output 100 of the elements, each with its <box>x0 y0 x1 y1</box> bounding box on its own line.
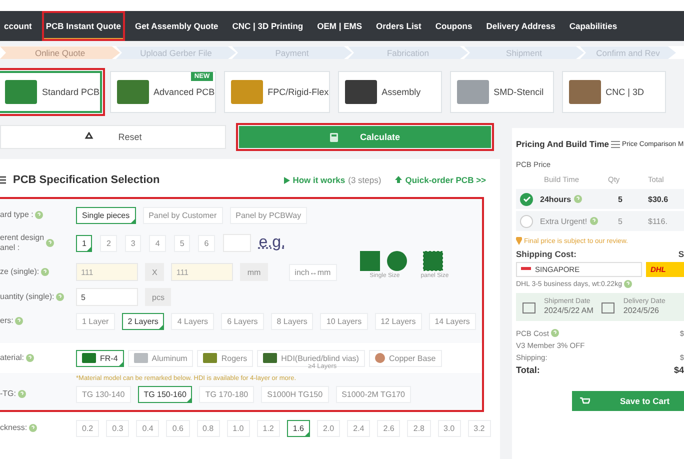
quick-order-link[interactable]: Quick-order PCB >> <box>395 175 486 185</box>
option-button[interactable]: 6 Layers <box>221 312 264 330</box>
nav-link[interactable]: CNC | 3D Printing <box>228 11 308 42</box>
product-image-placeholder <box>230 80 263 104</box>
table-cell: $30.6 <box>648 189 684 209</box>
nav-link[interactable]: ccount <box>0 11 36 42</box>
option-button[interactable]: 3 <box>124 234 142 252</box>
play-icon <box>284 176 290 184</box>
option-button[interactable]: 1.0 <box>226 420 250 436</box>
how-it-works-link[interactable]: How it works (3 steps) <box>284 175 382 185</box>
nav-link[interactable]: PCB Instant Quote <box>42 11 125 42</box>
calculate-button[interactable]: Calculate <box>239 126 491 148</box>
option-button[interactable]: 5 <box>174 234 190 252</box>
help-icon[interactable] <box>624 280 632 288</box>
width-input[interactable]: 111 <box>76 263 138 281</box>
option-button[interactable]: Panel by PCBWay <box>230 206 308 224</box>
help-icon[interactable] <box>574 195 582 203</box>
check-corner-icon <box>304 430 310 436</box>
date-value: 2024/5/26 <box>623 306 660 316</box>
option-button[interactable]: 2.8 <box>407 420 430 436</box>
help-icon[interactable] <box>56 293 64 301</box>
nav-link[interactable]: Delivery Address <box>482 11 560 42</box>
option-button[interactable]: 3.0 <box>438 420 461 436</box>
option-button[interactable]: 6 <box>198 234 215 252</box>
option-button[interactable]: 2 Layers <box>122 312 164 330</box>
check-corner-icon <box>186 396 192 402</box>
option-button[interactable]: 2 <box>100 234 117 252</box>
option-button[interactable]: 0.4 <box>136 420 160 436</box>
option-button[interactable]: 1.2 <box>256 420 280 436</box>
unit-label: pcs <box>145 288 172 306</box>
product-tab[interactable]: Standard PCB <box>0 71 102 113</box>
option-button[interactable]: 8 Layers <box>270 312 314 330</box>
help-icon[interactable] <box>15 317 24 325</box>
option-button[interactable]: 0.6 <box>166 420 190 436</box>
option-button[interactable]: TG 130-140 <box>76 386 131 402</box>
option-button[interactable]: Rogers <box>197 350 254 366</box>
save-to-cart-button[interactable]: Save to Cart <box>572 391 684 411</box>
option-button[interactable]: 1.6 <box>286 420 310 436</box>
table-cell: 5 <box>608 211 648 231</box>
option-button[interactable]: 10 Layers <box>320 312 368 330</box>
help-icon[interactable] <box>41 268 50 276</box>
times-label: X <box>145 263 164 281</box>
option-button[interactable]: Aluminum <box>128 350 194 366</box>
option-button[interactable]: Panel by Customer <box>142 206 223 224</box>
option-button[interactable]: 0.3 <box>106 420 130 436</box>
build-time-option: 24hours <box>540 194 572 204</box>
option-button[interactable]: FR-4 <box>76 350 124 366</box>
product-tab[interactable]: Assembly <box>338 71 442 113</box>
option-button[interactable]: S1000-2M TG170 <box>336 386 412 402</box>
help-icon[interactable] <box>18 390 26 398</box>
option-button[interactable]: TG 150-160 <box>138 386 192 402</box>
example-link[interactable]: e.g. <box>258 234 286 252</box>
radio-button[interactable] <box>520 192 533 206</box>
option-button[interactable]: TG 170-180 <box>199 386 254 402</box>
option-button[interactable]: 2.6 <box>377 420 400 436</box>
option-button[interactable]: 2.0 <box>317 420 340 436</box>
reset-button[interactable]: Reset <box>0 125 226 149</box>
unit-toggle-button[interactable]: inch↔mm <box>288 264 337 280</box>
help-icon[interactable] <box>29 424 38 432</box>
field-label: aterial: <box>0 353 24 363</box>
layers-icon <box>0 175 8 185</box>
quantity-input[interactable]: 5 <box>76 288 138 306</box>
help-icon[interactable] <box>26 354 34 362</box>
nav-link[interactable]: OEM | EMS <box>313 11 366 42</box>
field-label: erent design <box>0 233 44 243</box>
option-button[interactable]: Copper Base <box>368 350 442 366</box>
option-button[interactable]: 4 Layers <box>171 312 214 330</box>
nav-link[interactable]: Orders List <box>372 11 426 42</box>
option-button[interactable]: 0.2 <box>76 420 100 436</box>
help-icon[interactable] <box>590 217 598 225</box>
table-cell: $116. <box>648 211 684 231</box>
option-button[interactable]: 14 Layers <box>428 312 476 330</box>
help-icon[interactable] <box>35 211 44 219</box>
cost-value: $4 <box>674 365 684 375</box>
field-label: -TG: <box>0 389 16 399</box>
product-tab[interactable]: FPC/Rigid-Flex <box>224 71 330 113</box>
product-image-placeholder <box>116 80 149 104</box>
unit-label: mm <box>240 263 268 281</box>
option-button[interactable]: 1 <box>76 234 92 252</box>
product-tab[interactable]: CNC | 3D <box>562 71 666 113</box>
field-label: anel : <box>0 243 21 253</box>
cart-icon <box>580 396 590 406</box>
option-button[interactable]: 4 <box>149 234 166 252</box>
height-input[interactable]: 111 <box>171 263 234 281</box>
help-icon[interactable] <box>550 329 559 337</box>
product-tab[interactable]: SMD-Stencil <box>450 71 554 113</box>
option-button[interactable]: S1000H TG150 <box>261 386 329 402</box>
option-button[interactable]: 2.4 <box>347 420 370 436</box>
help-icon[interactable] <box>46 239 54 247</box>
option-button[interactable]: 12 Layers <box>374 312 422 330</box>
product-image-placeholder <box>344 80 377 104</box>
option-button[interactable]: 0.8 <box>196 420 220 436</box>
option-button[interactable]: 3.2 <box>468 420 491 436</box>
option-button[interactable]: 1 Layer <box>76 312 115 330</box>
option-button[interactable]: Single pieces <box>76 206 136 224</box>
nav-link[interactable]: Get Assembly Quote <box>130 11 222 42</box>
radio-button[interactable] <box>520 214 533 228</box>
list-icon <box>611 140 620 148</box>
nav-link[interactable]: Capabilities <box>565 11 622 42</box>
nav-link[interactable]: Coupons <box>431 11 476 42</box>
